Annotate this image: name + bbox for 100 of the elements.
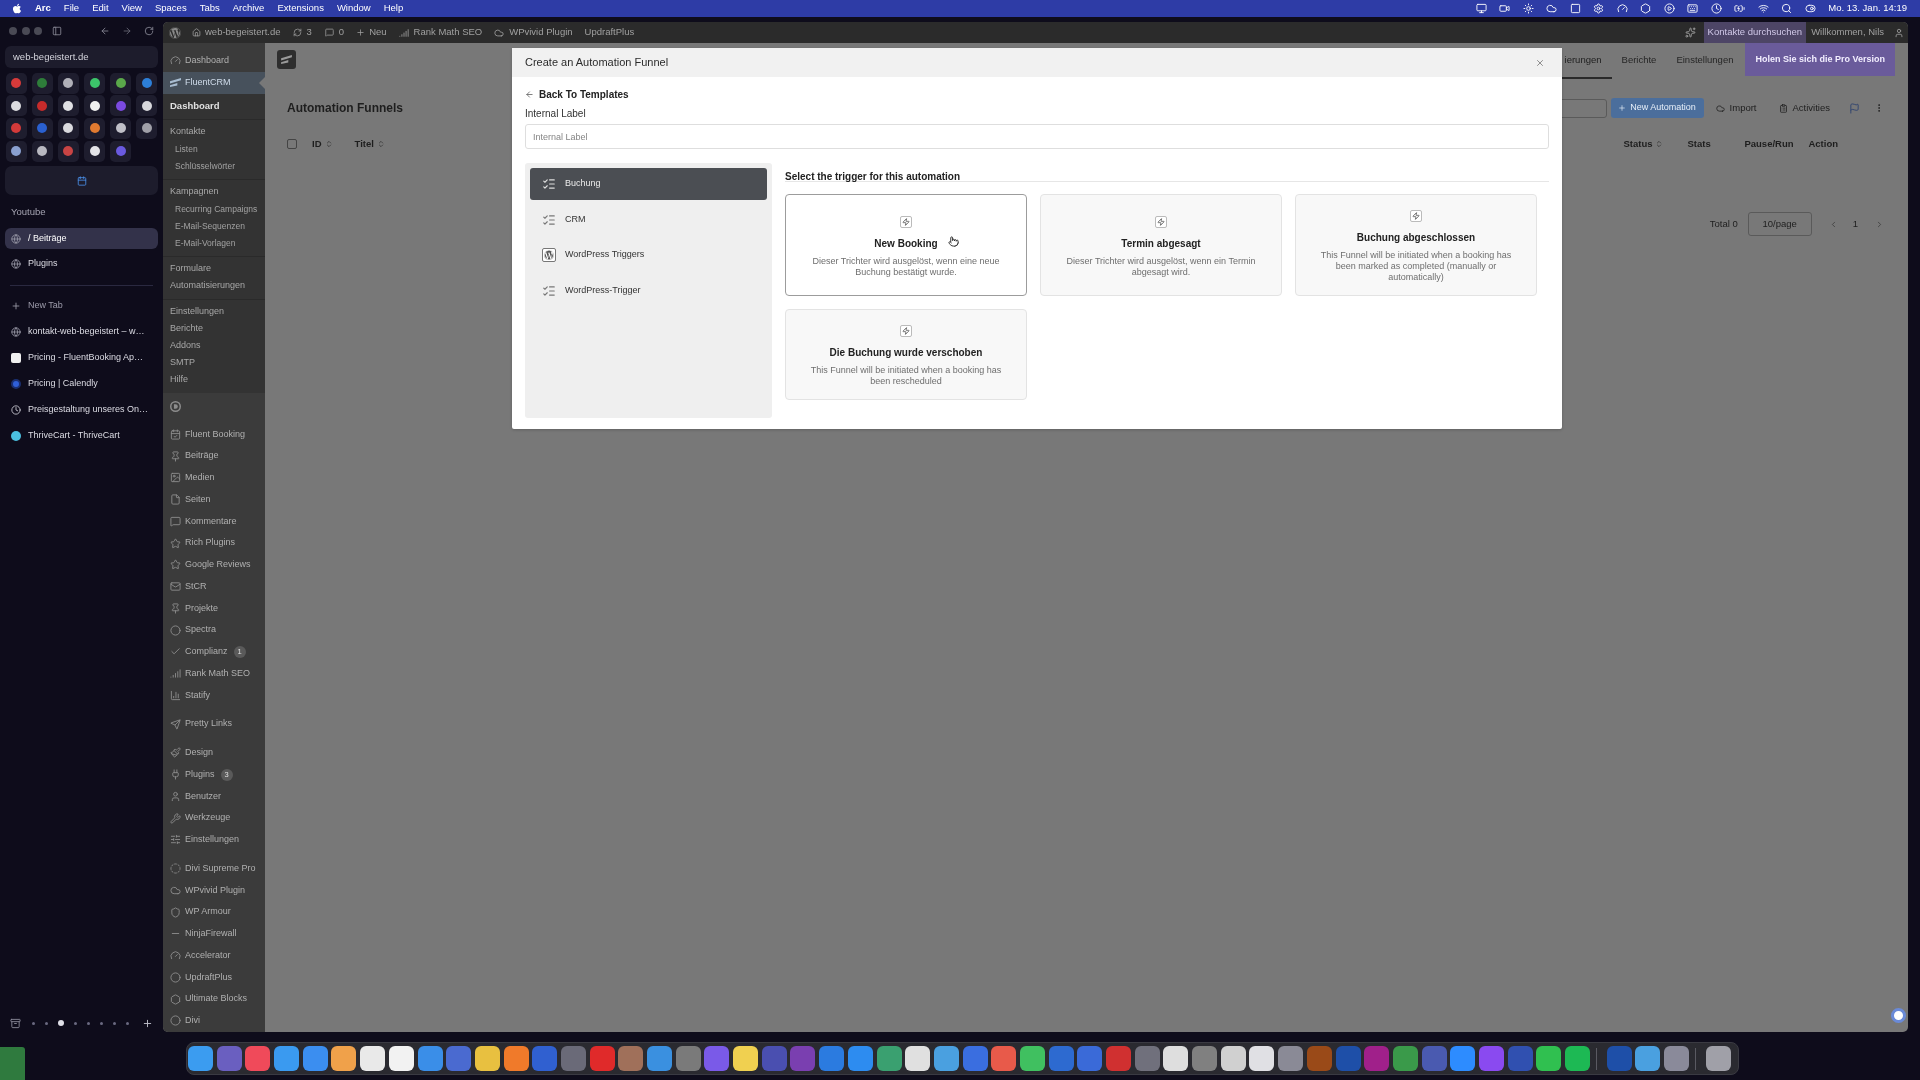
avatar-icon[interactable] [1894,27,1904,38]
pinned-site-icon[interactable] [110,117,132,139]
trigger-card[interactable]: New Booking Dieser Trichter wird ausgelöst, wenn eine neue Buchung bestätigt wurde. [785,194,1027,296]
wifi-icon[interactable] [1757,3,1769,14]
trigger-card[interactable]: Termin abgesagt Dieser Trichter wird ausgelöst, wenn ein Termin abgesagt wird. [1040,194,1282,296]
menu-item[interactable]: File [63,1,80,16]
column-header[interactable]: ID [312,136,333,152]
pinned-site-icon[interactable] [84,72,106,94]
battery-icon[interactable] [1734,3,1746,14]
activities-button[interactable]: Activities [1778,100,1830,116]
cloud-icon[interactable] [1546,3,1558,14]
app-icon[interactable] [1220,1046,1246,1071]
ring-icon[interactable] [170,401,181,412]
submenu-item[interactable]: Kontakte [163,123,265,141]
plus-icon[interactable] [142,1017,153,1029]
submenu-item[interactable]: Automatisierungen [163,277,265,295]
menu-item[interactable]: Benutzer [163,785,265,808]
pinned-site-icon[interactable] [57,117,79,139]
new-tab-button[interactable]: New Tab [5,295,158,317]
pinned-site-icon[interactable] [84,140,106,162]
menu-item[interactable]: Accelerator [163,944,265,967]
new-content-link[interactable]: Neu [356,25,387,40]
menu-item[interactable]: Statify [163,684,265,707]
menu-item[interactable]: Ultimate Blocks [163,988,265,1010]
trigger-card[interactable]: Die Buchung wurde verschoben This Funnel will be initiated when a booking has been rescheduled [785,309,1027,400]
app-icon[interactable] [331,1046,357,1071]
menu-item[interactable]: View [121,1,142,16]
menu-item[interactable]: Archive [232,1,265,16]
clock[interactable]: Mo. 13. Jan. 14:19 [1828,1,1907,16]
pinned-site-icon[interactable] [5,95,27,117]
menu-item[interactable]: Divi Supreme Pro [163,857,265,880]
sidebar-toggle-icon[interactable] [52,26,62,36]
menu-item[interactable]: WP Armour [163,901,265,923]
menu-item[interactable]: Spectra [163,619,265,641]
menu-item[interactable]: Fluent Booking [163,423,265,446]
menu-item[interactable]: UpdraftPlus [163,966,265,989]
app-icon[interactable] [1249,1046,1275,1071]
app-icon[interactable] [1705,1046,1731,1071]
menu-item[interactable]: Tabs [199,1,220,16]
play-icon[interactable] [1663,3,1675,14]
gear-icon[interactable] [1593,3,1605,14]
tab[interactable]: / Beiträge [5,228,158,250]
sparkle-icon[interactable] [1684,27,1696,38]
toggle-icon[interactable] [1804,3,1816,14]
submenu-item[interactable]: Hilfe [163,371,265,389]
site-link[interactable]: web-begeistert.de [192,25,281,40]
tab[interactable]: Pricing - FluentBooking Ap… [5,347,158,369]
new-automation-button[interactable]: New Automation [1610,98,1704,118]
app-icon[interactable] [474,1046,500,1071]
folder-label[interactable]: Youtube [11,205,46,220]
pinned-site-icon[interactable] [31,140,53,162]
menu-item[interactable]: Spaces [154,1,187,16]
monitor-icon[interactable] [1475,3,1487,14]
pinned-site-icon[interactable] [57,72,79,94]
menu-item[interactable]: Kommentare [163,510,265,533]
submenu-item[interactable]: Einstellungen [163,303,265,321]
menu-item[interactable]: FluentCRM [163,71,265,94]
menu-item[interactable]: Design [163,742,265,764]
updates-link[interactable]: 3 [292,25,312,40]
pinned-site-icon[interactable] [136,117,158,139]
tab[interactable]: kontakt-web-begeistert – w… [5,321,158,343]
menu-item[interactable]: Projekte [163,597,265,620]
tab[interactable]: Plugins [5,253,158,275]
category-item[interactable]: Buchung [530,168,767,200]
gauge-icon[interactable] [1616,3,1628,14]
ring-icon[interactable] [1891,1008,1906,1023]
square-icon[interactable] [1569,3,1581,14]
app-icon[interactable] [503,1046,529,1071]
hexagon-icon[interactable] [1640,3,1652,14]
clock-icon[interactable] [1710,3,1722,14]
label-input[interactable]: Internal Label [525,124,1549,149]
pinned-site-icon[interactable] [84,117,106,139]
wordpress-logo-icon[interactable] [169,26,181,39]
app-icon[interactable] [1536,1046,1562,1071]
pinned-site-icon[interactable] [110,72,132,94]
import-button[interactable]: Import [1715,100,1757,116]
app-icon[interactable] [360,1046,386,1071]
pinned-site-icon[interactable] [136,95,158,117]
column-header[interactable]: Status [1623,136,1664,152]
tab[interactable]: Preisgestaltung unseres On… [5,399,158,421]
menu-item[interactable]: Extensions [277,1,324,16]
pro-version-button[interactable]: Holen Sie sich die Pro Version [1745,43,1895,76]
category-item[interactable]: CRM [530,203,767,236]
pinned-site-icon[interactable] [57,95,79,117]
menu-item[interactable]: WPvivid Plugin [163,879,265,902]
search-contacts-link[interactable]: Kontakte durchsuchen [1703,22,1807,43]
menu-item[interactable]: Einstellungen [163,829,265,851]
toolbar-link[interactable]: UpdraftPlus [584,25,635,40]
menu-item[interactable]: Edit [92,1,109,16]
column-header[interactable]: Titel [354,136,385,152]
nav-tab[interactable]: Berichte [1611,43,1667,79]
menu-item[interactable]: Pretty Links [163,713,265,735]
keyboard-icon[interactable] [1687,3,1699,14]
comments-link[interactable]: 0 [324,25,345,40]
close-icon[interactable] [1535,57,1545,68]
submenu-item[interactable]: E-Mail-Sequenzen [163,217,265,235]
app-icon[interactable] [905,1046,931,1071]
reload-icon[interactable] [144,26,154,36]
category-item[interactable]: WordPress Triggers [530,239,767,271]
menu-item[interactable]: Seiten [163,488,265,511]
